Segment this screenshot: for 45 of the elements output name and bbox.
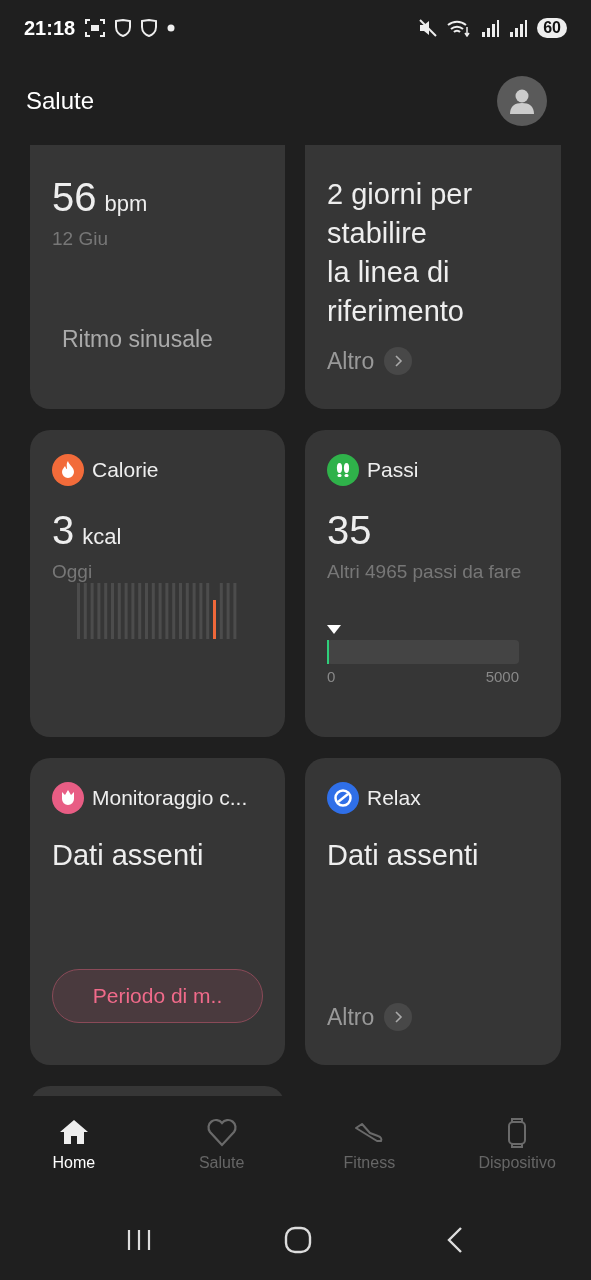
- screenshot-icon: [85, 19, 106, 37]
- card-message: 2 giorni per stabilire la linea di riferimento: [327, 177, 474, 329]
- signal-icon: [481, 19, 500, 37]
- reading-unit: bpm: [104, 191, 148, 217]
- more-link[interactable]: Altro: [327, 1003, 539, 1031]
- reading-unit: kcal: [82, 524, 122, 550]
- battery-level: 60: [537, 18, 567, 38]
- marker-icon: [327, 625, 341, 634]
- card-title: Passi: [367, 458, 419, 482]
- card-message: Dati assenti: [327, 838, 480, 873]
- nav-tab[interactable]: Home: [0, 1116, 148, 1172]
- notification-dot-icon: [167, 24, 176, 32]
- card-title: Calorie: [92, 458, 159, 482]
- more-link[interactable]: Altro: [327, 347, 539, 375]
- mute-icon: [419, 19, 438, 37]
- page-title: Salute: [26, 86, 95, 115]
- shield-icon: [141, 19, 158, 37]
- reading-caption: 12 Giu: [52, 228, 109, 250]
- metric-card[interactable]: Monitoraggio c... Dati assenti Periodo di m..: [30, 758, 285, 1065]
- metric-card[interactable]: Relax Dati assenti Altro: [305, 758, 561, 1065]
- metric-card[interactable]: 2 giorni per stabilire la linea di riferimento Altro: [305, 145, 561, 409]
- reading-value: 35: [327, 508, 372, 553]
- reading-caption: Altri 4965 passi da fare: [327, 561, 523, 583]
- card-title: Relax: [367, 786, 421, 810]
- reading-value: 56: [52, 175, 97, 220]
- recent-apps-icon[interactable]: [126, 1228, 153, 1252]
- reading-value: 3: [52, 508, 75, 553]
- chevron-right-icon: [384, 1003, 413, 1031]
- axis-min-label: 0: [327, 668, 336, 685]
- clock: 21:18: [24, 16, 76, 40]
- axis-max-label: 5000: [485, 668, 519, 685]
- metric-card[interactable]: Calorie 3 kcal Oggi: [30, 430, 285, 737]
- rhythm-note: Ritmo sinusale: [61, 326, 214, 353]
- chevron-right-icon: [384, 347, 413, 375]
- card-title: Monitoraggio c...: [92, 786, 248, 810]
- signal-icon: [509, 19, 528, 37]
- wifi-icon: [447, 19, 472, 37]
- shield-icon: [115, 19, 132, 37]
- home-button-icon[interactable]: [284, 1226, 313, 1254]
- period-button[interactable]: Periodo di m..: [52, 969, 263, 1023]
- card-message: Dati assenti: [52, 838, 205, 873]
- metric-card[interactable]: Passi 35 Altri 4965 passi da fare 0 5000: [305, 430, 561, 737]
- reading-caption: Oggi: [52, 561, 94, 583]
- metric-card[interactable]: 56 bpm 12 Giu Ritmo sinusale: [30, 145, 285, 409]
- avatar-icon[interactable]: [497, 75, 547, 126]
